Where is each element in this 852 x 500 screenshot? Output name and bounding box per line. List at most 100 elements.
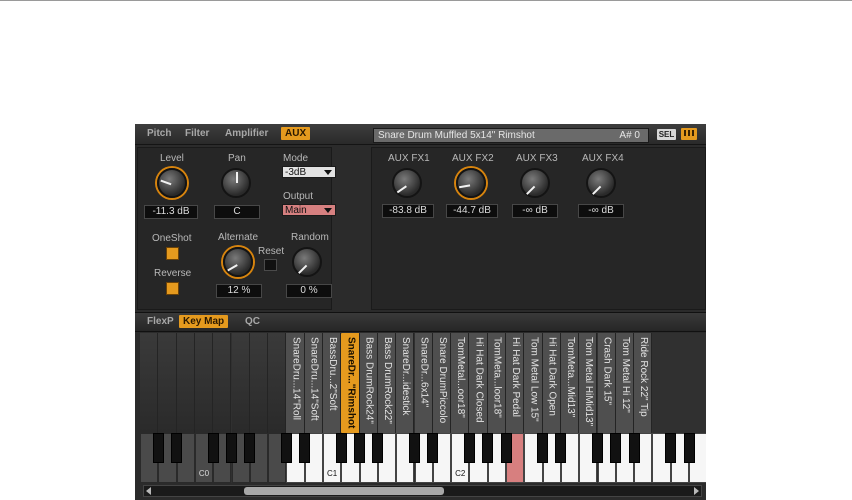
key-map-sample-column[interactable]: SnareDr..."Rimshot — [341, 333, 360, 433]
key-map-sample-column[interactable]: TomMetal...oor18" — [451, 333, 470, 433]
black-key[interactable] — [427, 433, 439, 463]
black-key[interactable] — [409, 433, 420, 463]
black-key[interactable] — [354, 433, 366, 463]
black-key[interactable] — [244, 433, 256, 463]
black-key[interactable] — [226, 433, 237, 463]
key-map-empty-column[interactable] — [213, 333, 232, 433]
key-map-empty-column[interactable] — [249, 333, 269, 433]
key-map-sample-column[interactable]: SnareDr...6x14" — [414, 333, 433, 433]
black-key[interactable] — [299, 433, 311, 463]
black-key[interactable] — [482, 433, 494, 463]
reset-button[interactable] — [264, 259, 277, 271]
black-key[interactable] — [500, 433, 512, 463]
chevron-down-icon — [324, 208, 332, 213]
black-key[interactable] — [372, 433, 384, 463]
aux-fx2-value[interactable]: -44.7 dB — [446, 204, 498, 218]
key-map-sample-column[interactable]: Bass DrumRock24" — [359, 333, 378, 433]
aux-fx1-knob[interactable] — [392, 168, 422, 198]
piano-keyboard[interactable]: C0 C1 C2 — [140, 433, 706, 483]
key-map-sample-column[interactable]: SnareDr...idestick — [396, 333, 415, 433]
pan-knob[interactable] — [221, 168, 251, 198]
key-map-sample-column[interactable]: Hi Hat Dark Open — [542, 333, 561, 433]
aux-fx3-label: AUX FX3 — [516, 153, 558, 164]
aux-fx4-value[interactable]: -∞ dB — [578, 204, 624, 218]
reverse-toggle[interactable] — [166, 282, 179, 295]
black-key[interactable] — [152, 433, 164, 463]
aux-fx3-knob[interactable] — [520, 168, 550, 198]
tab-filter[interactable]: Filter — [185, 128, 209, 139]
key-map-sample-column[interactable]: TomMeta...Mid13" — [560, 333, 580, 433]
scroll-right-icon[interactable] — [694, 487, 699, 495]
scroll-left-icon[interactable] — [146, 487, 151, 495]
black-key[interactable] — [628, 433, 640, 463]
sel-button[interactable]: SEL — [657, 129, 676, 140]
black-key[interactable] — [610, 433, 622, 463]
black-key[interactable] — [555, 433, 567, 463]
mode-label: Mode — [283, 153, 309, 164]
sample-slot-label: TomMeta...Mid13" — [564, 337, 576, 418]
key-map-sample-column[interactable]: BassDru...2"Soft — [323, 333, 342, 433]
key-map-sample-column[interactable]: Tom Metal HiMid13" — [579, 333, 598, 433]
sample-slot-label: SnareDr...idestick — [400, 337, 412, 416]
output-dropdown[interactable]: Main — [282, 204, 336, 216]
key-map-empty-column[interactable] — [194, 333, 214, 433]
key-map-sample-column[interactable]: Hi Hat Dark Closed — [469, 333, 488, 433]
black-key[interactable] — [207, 433, 219, 463]
tab-qc[interactable]: QC — [245, 316, 260, 327]
key-map-sample-column[interactable]: Bass DrumRock22" — [377, 333, 397, 433]
aux-fx-panel: AUX FX1 -83.8 dB AUX FX2 -44.7 dB AUX FX… — [371, 147, 706, 310]
tab-flexp[interactable]: FlexP — [147, 316, 174, 327]
aux-fx2-knob[interactable] — [456, 168, 486, 198]
tab-key-map[interactable]: Key Map — [179, 315, 229, 328]
aux-fx3-value[interactable]: -∞ dB — [512, 204, 558, 218]
black-key[interactable] — [665, 433, 677, 463]
key-map-empty-column[interactable] — [140, 333, 159, 433]
key-map-sample-column[interactable]: Tom Metal Low 15" — [524, 333, 543, 433]
sample-name-field[interactable]: Snare Drum Muffled 5x14" Rimshot A# 0 — [373, 128, 649, 143]
mode-dropdown[interactable]: -3dB — [282, 166, 336, 178]
key-map-sample-column[interactable]: Hi Hat Dark Pedal — [506, 333, 525, 433]
alternate-label: Alternate — [218, 232, 259, 243]
black-key[interactable] — [592, 433, 603, 463]
octave-label: C1 — [327, 469, 338, 478]
scrollbar-thumb[interactable] — [244, 487, 444, 495]
black-key[interactable] — [683, 433, 695, 463]
key-map-sample-column[interactable]: SnareDru...14"Roll — [286, 333, 305, 433]
sample-slot-label: Hi Hat Dark Closed — [473, 337, 485, 423]
random-value[interactable]: 0 % — [286, 284, 332, 298]
key-map-empty-column[interactable] — [176, 333, 195, 433]
keyboard-icon[interactable] — [681, 128, 697, 140]
key-map-sample-column[interactable]: Snare DrumPiccolo — [432, 333, 452, 433]
key-map-sample-column[interactable]: Crash Dark 15" — [597, 333, 616, 433]
level-knob[interactable] — [157, 168, 187, 198]
key-map-empty-column[interactable] — [268, 333, 287, 433]
aux-fx4-knob[interactable] — [586, 168, 616, 198]
sample-slot-label: Bass DrumRock24" — [363, 337, 375, 424]
black-key[interactable] — [335, 433, 347, 463]
sample-slot-label: BassDru...2"Soft — [327, 337, 338, 411]
random-knob[interactable] — [292, 247, 322, 277]
alternate-value[interactable]: 12 % — [216, 284, 262, 298]
tab-aux[interactable]: AUX — [281, 127, 311, 140]
key-map-empty-column[interactable] — [158, 333, 177, 433]
black-key[interactable] — [280, 433, 292, 463]
black-key[interactable] — [537, 433, 549, 463]
horizontal-scrollbar[interactable] — [143, 485, 702, 497]
level-value[interactable]: -11.3 dB — [144, 205, 198, 219]
sample-slot-label: TomMetal...oor18" — [455, 337, 467, 418]
black-key[interactable] — [171, 433, 183, 463]
tab-pitch[interactable]: Pitch — [147, 128, 171, 139]
aux-fx1-value[interactable]: -83.8 dB — [382, 204, 434, 218]
black-key[interactable] — [463, 433, 475, 463]
alternate-knob[interactable] — [223, 247, 253, 277]
pan-value[interactable]: C — [214, 205, 260, 219]
key-map-sample-column[interactable]: Tom Metal Hi 12" — [615, 333, 635, 433]
key-map-area[interactable]: SnareDru...14"Roll SnareDru...14"Soft Bass… — [140, 333, 706, 483]
key-map-sample-column[interactable]: TomMeta...loor18" — [487, 333, 506, 433]
oneshot-toggle[interactable] — [166, 247, 179, 260]
key-map-sample-column[interactable]: SnareDru...14"Soft — [304, 333, 323, 433]
key-map-sample-column[interactable]: Ride Rock 22" Tip — [634, 333, 653, 433]
key-map-empty-column[interactable] — [231, 333, 250, 433]
sample-slot-label: Tom Metal Low 15" — [528, 337, 540, 422]
tab-amplifier[interactable]: Amplifier — [225, 128, 268, 139]
